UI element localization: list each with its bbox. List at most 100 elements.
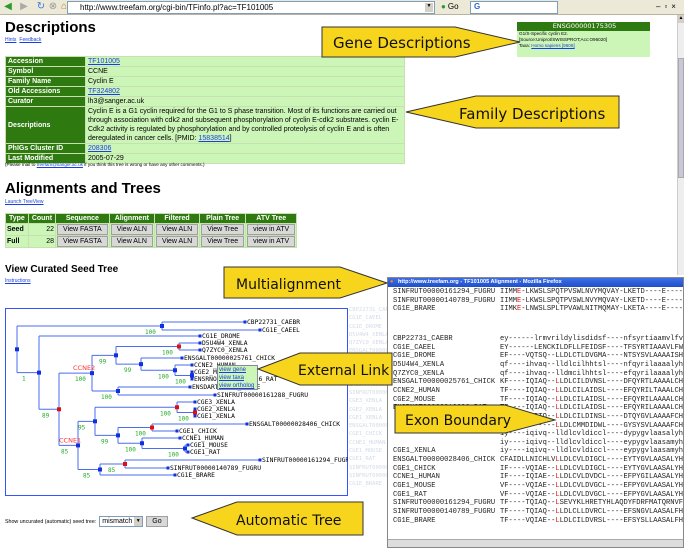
window-controls[interactable]: –▫× xyxy=(656,2,680,11)
leaf-label[interactable]: ENSGALT00000028406_CHICK xyxy=(249,421,340,428)
view-button[interactable]: View ALN xyxy=(155,236,199,247)
sequence-residues: LDLCILDVNSL----DFQYRTLAAAALCH xyxy=(559,378,684,387)
speciation-node[interactable] xyxy=(115,432,120,437)
speciation-node[interactable] xyxy=(172,367,177,372)
leaf-label[interactable]: D5U4W4_XENLA xyxy=(202,340,248,347)
view-ortholog-link[interactable]: view ortholog xyxy=(219,382,257,390)
sequence-residues: SEVYKLHRETYHLAQDYFDRFMATQRNVF xyxy=(559,499,684,508)
sequence-name: CGE1_CHICK xyxy=(393,464,436,473)
url-dropdown-icon[interactable]: ▼ xyxy=(425,3,433,12)
view-button[interactable]: view in ATV xyxy=(247,224,296,235)
sequence-name: CG1E_BRARE xyxy=(393,516,436,525)
view-button[interactable]: View FASTA xyxy=(57,224,108,235)
leaf-label[interactable]: CGE3_XENLA xyxy=(197,399,235,406)
callout-automatic-tree: Automatic Tree xyxy=(190,501,364,536)
description-suffix: ] xyxy=(229,135,232,142)
view-button[interactable]: View ALN xyxy=(110,236,153,247)
leaf-label[interactable]: CGE1_CHICK xyxy=(179,428,217,435)
sequence-name: CGE1_XENLA xyxy=(393,447,436,456)
leaf-label[interactable]: ENSGALT00000025761_CHICK xyxy=(184,355,275,362)
speciation-node[interactable] xyxy=(36,370,41,375)
leaf-label[interactable]: CG1E_BRARE xyxy=(177,472,215,479)
duplication-node[interactable] xyxy=(122,461,127,466)
leaf-label[interactable]: CGE1_RAT xyxy=(190,449,221,456)
duplication-node[interactable] xyxy=(176,344,181,348)
go-button[interactable]: ● Go xyxy=(441,2,459,11)
speciation-node[interactable] xyxy=(97,467,102,471)
sequence-residues: TF----VQIAE-- xyxy=(500,516,556,525)
speciation-node[interactable] xyxy=(139,440,144,445)
root-node[interactable] xyxy=(14,346,19,351)
view-button[interactable]: view in ATV xyxy=(247,236,296,247)
pmid-link[interactable]: 15838514 xyxy=(199,135,230,142)
leaf-label[interactable]: CGE2_XENLA xyxy=(197,406,235,413)
speciation-node[interactable] xyxy=(115,388,120,393)
view-taxa-link[interactable]: view taxa xyxy=(219,374,257,382)
launch-treeview-link[interactable]: Launch TreeView xyxy=(5,199,44,205)
alignments-title: Alignments and Trees xyxy=(5,180,161,197)
description-link[interactable]: 208306 xyxy=(88,145,111,152)
ghost-name: SINFRUT00000161294_FUGRU xyxy=(349,464,387,471)
speciation-node[interactable] xyxy=(138,361,143,366)
url-bar[interactable]: http://www.treefam.org/cgi-bin/TFinfo.pl… xyxy=(67,1,435,14)
leaf-label[interactable]: SINFRUT00000161294_FUGRU xyxy=(262,457,348,464)
sequence-residues: IIMM xyxy=(500,296,518,305)
taxa-link[interactable]: Homo sapiens [9606] xyxy=(531,43,574,48)
view-button[interactable]: View ALN xyxy=(155,224,199,235)
view-button[interactable]: View FASTA xyxy=(57,236,108,247)
feedback-link[interactable]: Feedback xyxy=(19,37,41,43)
horizontal-scrollbar[interactable]: ◀ xyxy=(388,539,683,547)
mail-link[interactable]: treefam@sanger.ac.uk xyxy=(37,162,83,167)
leaf-label[interactable]: CG1E_DROME xyxy=(202,333,240,340)
leaf-label[interactable]: CCNE1_HUMAN xyxy=(182,435,224,442)
instructions-link[interactable]: Instructions xyxy=(5,278,31,284)
description-link[interactable]: TF101005 xyxy=(88,58,120,65)
duplication-node[interactable] xyxy=(56,406,61,411)
view-button[interactable]: View ALN xyxy=(110,224,153,235)
bootstrap-value: 85 xyxy=(61,448,69,455)
ghost-name: D5U4W4_XENLA xyxy=(349,331,387,338)
view-button[interactable]: View Tree xyxy=(201,224,245,235)
alignment-sequence-row: ENSRNOT00000010696_RAT TF----IQIAQ--LLDLC… xyxy=(393,404,683,412)
leaf-label[interactable]: Q7ZYC0_XENLA xyxy=(202,347,248,354)
duplication-node[interactable] xyxy=(149,425,154,429)
leaf-label[interactable]: CBP22731_CAEBR xyxy=(247,319,300,326)
speciation-node[interactable] xyxy=(113,352,118,357)
speciation-node[interactable] xyxy=(182,446,187,450)
leaf-label[interactable]: CGE1_MOUSE xyxy=(190,442,228,449)
callout-multi-text: Multialignment xyxy=(236,277,341,293)
forward-icon[interactable]: ▶ xyxy=(19,2,29,12)
sequence-residues: TF----IQIAQ-- xyxy=(500,395,556,404)
bootstrap-value: 99 xyxy=(101,438,109,445)
leaf-label[interactable]: SINFRUT00000161288_FUGRU xyxy=(217,392,308,399)
duplication-node[interactable] xyxy=(192,410,197,414)
hints-link[interactable]: Hints xyxy=(5,37,16,43)
speciation-node[interactable] xyxy=(92,418,97,423)
sequence-name: SINFRUT00000161294_FUGRU xyxy=(393,499,496,508)
sequence-residues: LDLCVLDIGCL----EYTYGVLAASALYH xyxy=(559,464,684,473)
view-button[interactable]: View Tree xyxy=(201,236,245,247)
reload-icon[interactable]: ↻ xyxy=(36,2,46,12)
uncurated-select[interactable]: mismatch ▼ xyxy=(99,516,144,527)
leaf-label[interactable]: CGE1_XENLA xyxy=(197,413,235,420)
scroll-thumb[interactable] xyxy=(678,58,684,178)
scroll-up-icon[interactable]: ▲ xyxy=(678,15,684,23)
description-value: CCNE xyxy=(85,66,405,77)
description-key: Family Name xyxy=(5,76,86,87)
sequence-residues: VF----VQIAE-- xyxy=(500,490,556,499)
alignment-sequence-row: ENSGALT00000025761_CHICK KF----IQIAQ--LLD… xyxy=(393,378,683,386)
search-input[interactable]: G xyxy=(470,1,558,14)
description-row: Accession TF101005 xyxy=(5,56,405,67)
stop-icon[interactable]: ⊗ xyxy=(48,2,58,12)
description-row: Family Name Cyclin E xyxy=(5,76,405,87)
speciation-node[interactable] xyxy=(189,373,194,377)
leaf-label[interactable]: CG1E_CAEEL xyxy=(262,327,300,334)
speciation-node[interactable] xyxy=(159,323,164,328)
uncurated-go-button[interactable]: Go xyxy=(146,516,168,527)
duplication-node[interactable] xyxy=(174,404,179,409)
view-gene-link[interactable]: view gene xyxy=(219,366,257,374)
description-link[interactable]: TF324802 xyxy=(88,88,120,95)
page-scrollbar[interactable]: ▲ xyxy=(677,15,684,275)
back-icon[interactable]: ◀ xyxy=(3,2,13,12)
leaf-label[interactable]: SINFRUT00000140789_FUGRU xyxy=(170,465,261,472)
